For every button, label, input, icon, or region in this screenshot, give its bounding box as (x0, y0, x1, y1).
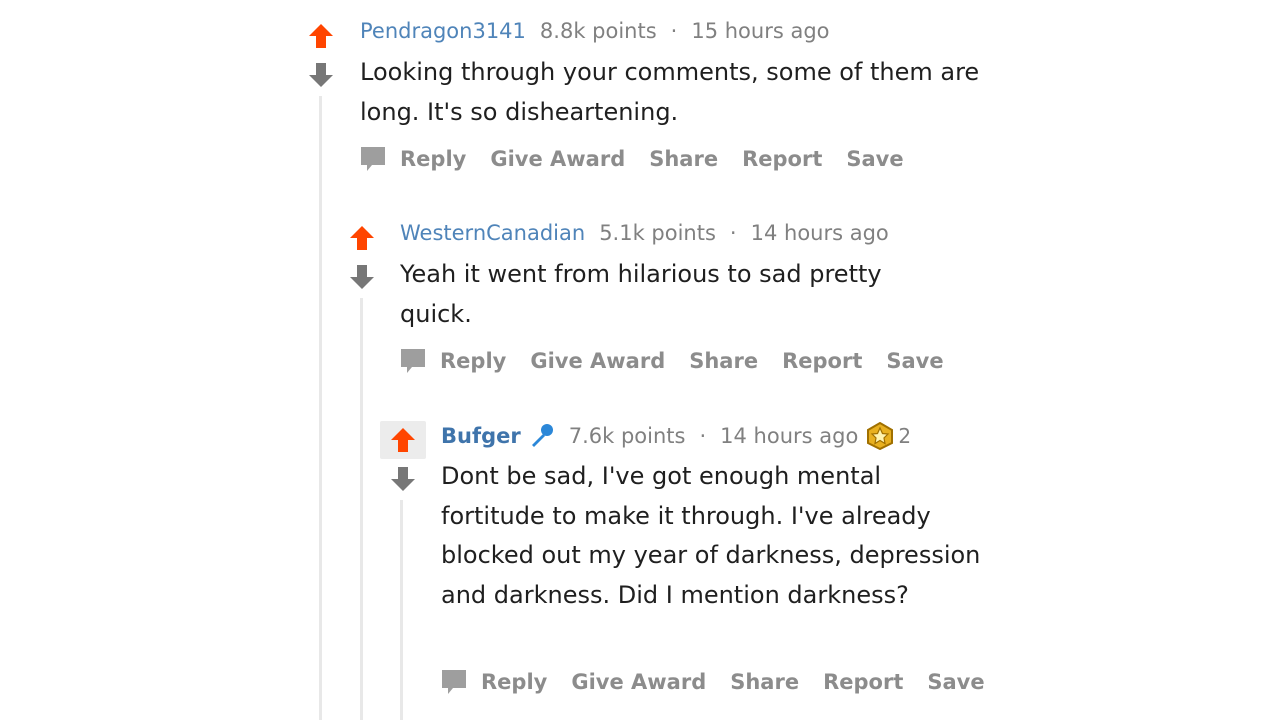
reply-button[interactable]: Reply (481, 670, 547, 694)
share-button[interactable]: Share (689, 349, 758, 373)
comment-meta: Pendragon3141 8.8k points · 15 hours ago (360, 19, 830, 43)
comment-actions: Reply Give Award Share Report Save (360, 146, 928, 172)
comment-thread: Pendragon3141 8.8k points · 15 hours ago… (0, 0, 1280, 720)
downvote-button[interactable] (388, 464, 418, 494)
upvote-button[interactable] (380, 421, 426, 459)
award-count: 2 (898, 424, 912, 448)
reply-button[interactable]: Reply (440, 349, 506, 373)
meta-separator: · (670, 19, 678, 43)
save-button[interactable]: Save (886, 349, 943, 373)
downvote-button[interactable] (347, 262, 377, 292)
share-button[interactable]: Share (730, 670, 799, 694)
upvote-arrow-icon (391, 428, 415, 452)
save-button[interactable]: Save (927, 670, 984, 694)
microphone-icon (527, 422, 555, 450)
upvote-button[interactable] (347, 223, 377, 253)
give-award-button[interactable]: Give Award (530, 349, 665, 373)
timestamp[interactable]: 14 hours ago (751, 221, 889, 245)
chat-icon (360, 146, 386, 172)
report-button[interactable]: Report (742, 147, 822, 171)
thread-line[interactable] (319, 96, 322, 720)
points-count: 7.6k points (568, 424, 686, 448)
thread-line[interactable] (360, 298, 363, 720)
comment-meta: Bufger 7.6k points · 14 hours ago 2 (441, 422, 911, 450)
save-button[interactable]: Save (846, 147, 903, 171)
upvote-button[interactable] (306, 21, 336, 51)
chat-icon (400, 348, 426, 374)
give-award-button[interactable]: Give Award (571, 670, 706, 694)
downvote-button[interactable] (306, 60, 336, 90)
author-link[interactable]: Pendragon3141 (360, 19, 526, 43)
downvote-arrow-icon (391, 467, 415, 491)
report-button[interactable]: Report (823, 670, 903, 694)
report-button[interactable]: Report (782, 349, 862, 373)
comment-actions: Reply Give Award Share Report Save (400, 348, 968, 374)
chat-icon (441, 669, 467, 695)
timestamp[interactable]: 14 hours ago (720, 424, 858, 448)
give-award-button[interactable]: Give Award (490, 147, 625, 171)
comment-body: Dont be sad, I've got enough mental fort… (441, 462, 981, 609)
comment-body: Yeah it went from hilarious to sad prett… (400, 260, 882, 328)
timestamp[interactable]: 15 hours ago (691, 19, 829, 43)
points-count: 5.1k points (599, 221, 716, 245)
share-button[interactable]: Share (649, 147, 718, 171)
comment-meta: WesternCanadian 5.1k points · 14 hours a… (400, 221, 889, 245)
author-link[interactable]: WesternCanadian (400, 221, 585, 245)
meta-separator: · (699, 424, 707, 448)
author-link[interactable]: Bufger (441, 424, 521, 448)
meta-separator: · (729, 221, 737, 245)
upvote-arrow-icon (350, 226, 374, 250)
upvote-arrow-icon (309, 24, 333, 48)
downvote-arrow-icon (309, 63, 333, 87)
points-count: 8.8k points (539, 19, 657, 43)
comment-actions: Reply Give Award Share Report Save (441, 669, 1009, 695)
downvote-arrow-icon (350, 265, 374, 289)
gold-award-icon[interactable] (866, 422, 894, 450)
comment-body: Looking through your comments, some of t… (360, 58, 980, 126)
reply-button[interactable]: Reply (400, 147, 466, 171)
thread-line[interactable] (400, 500, 403, 720)
